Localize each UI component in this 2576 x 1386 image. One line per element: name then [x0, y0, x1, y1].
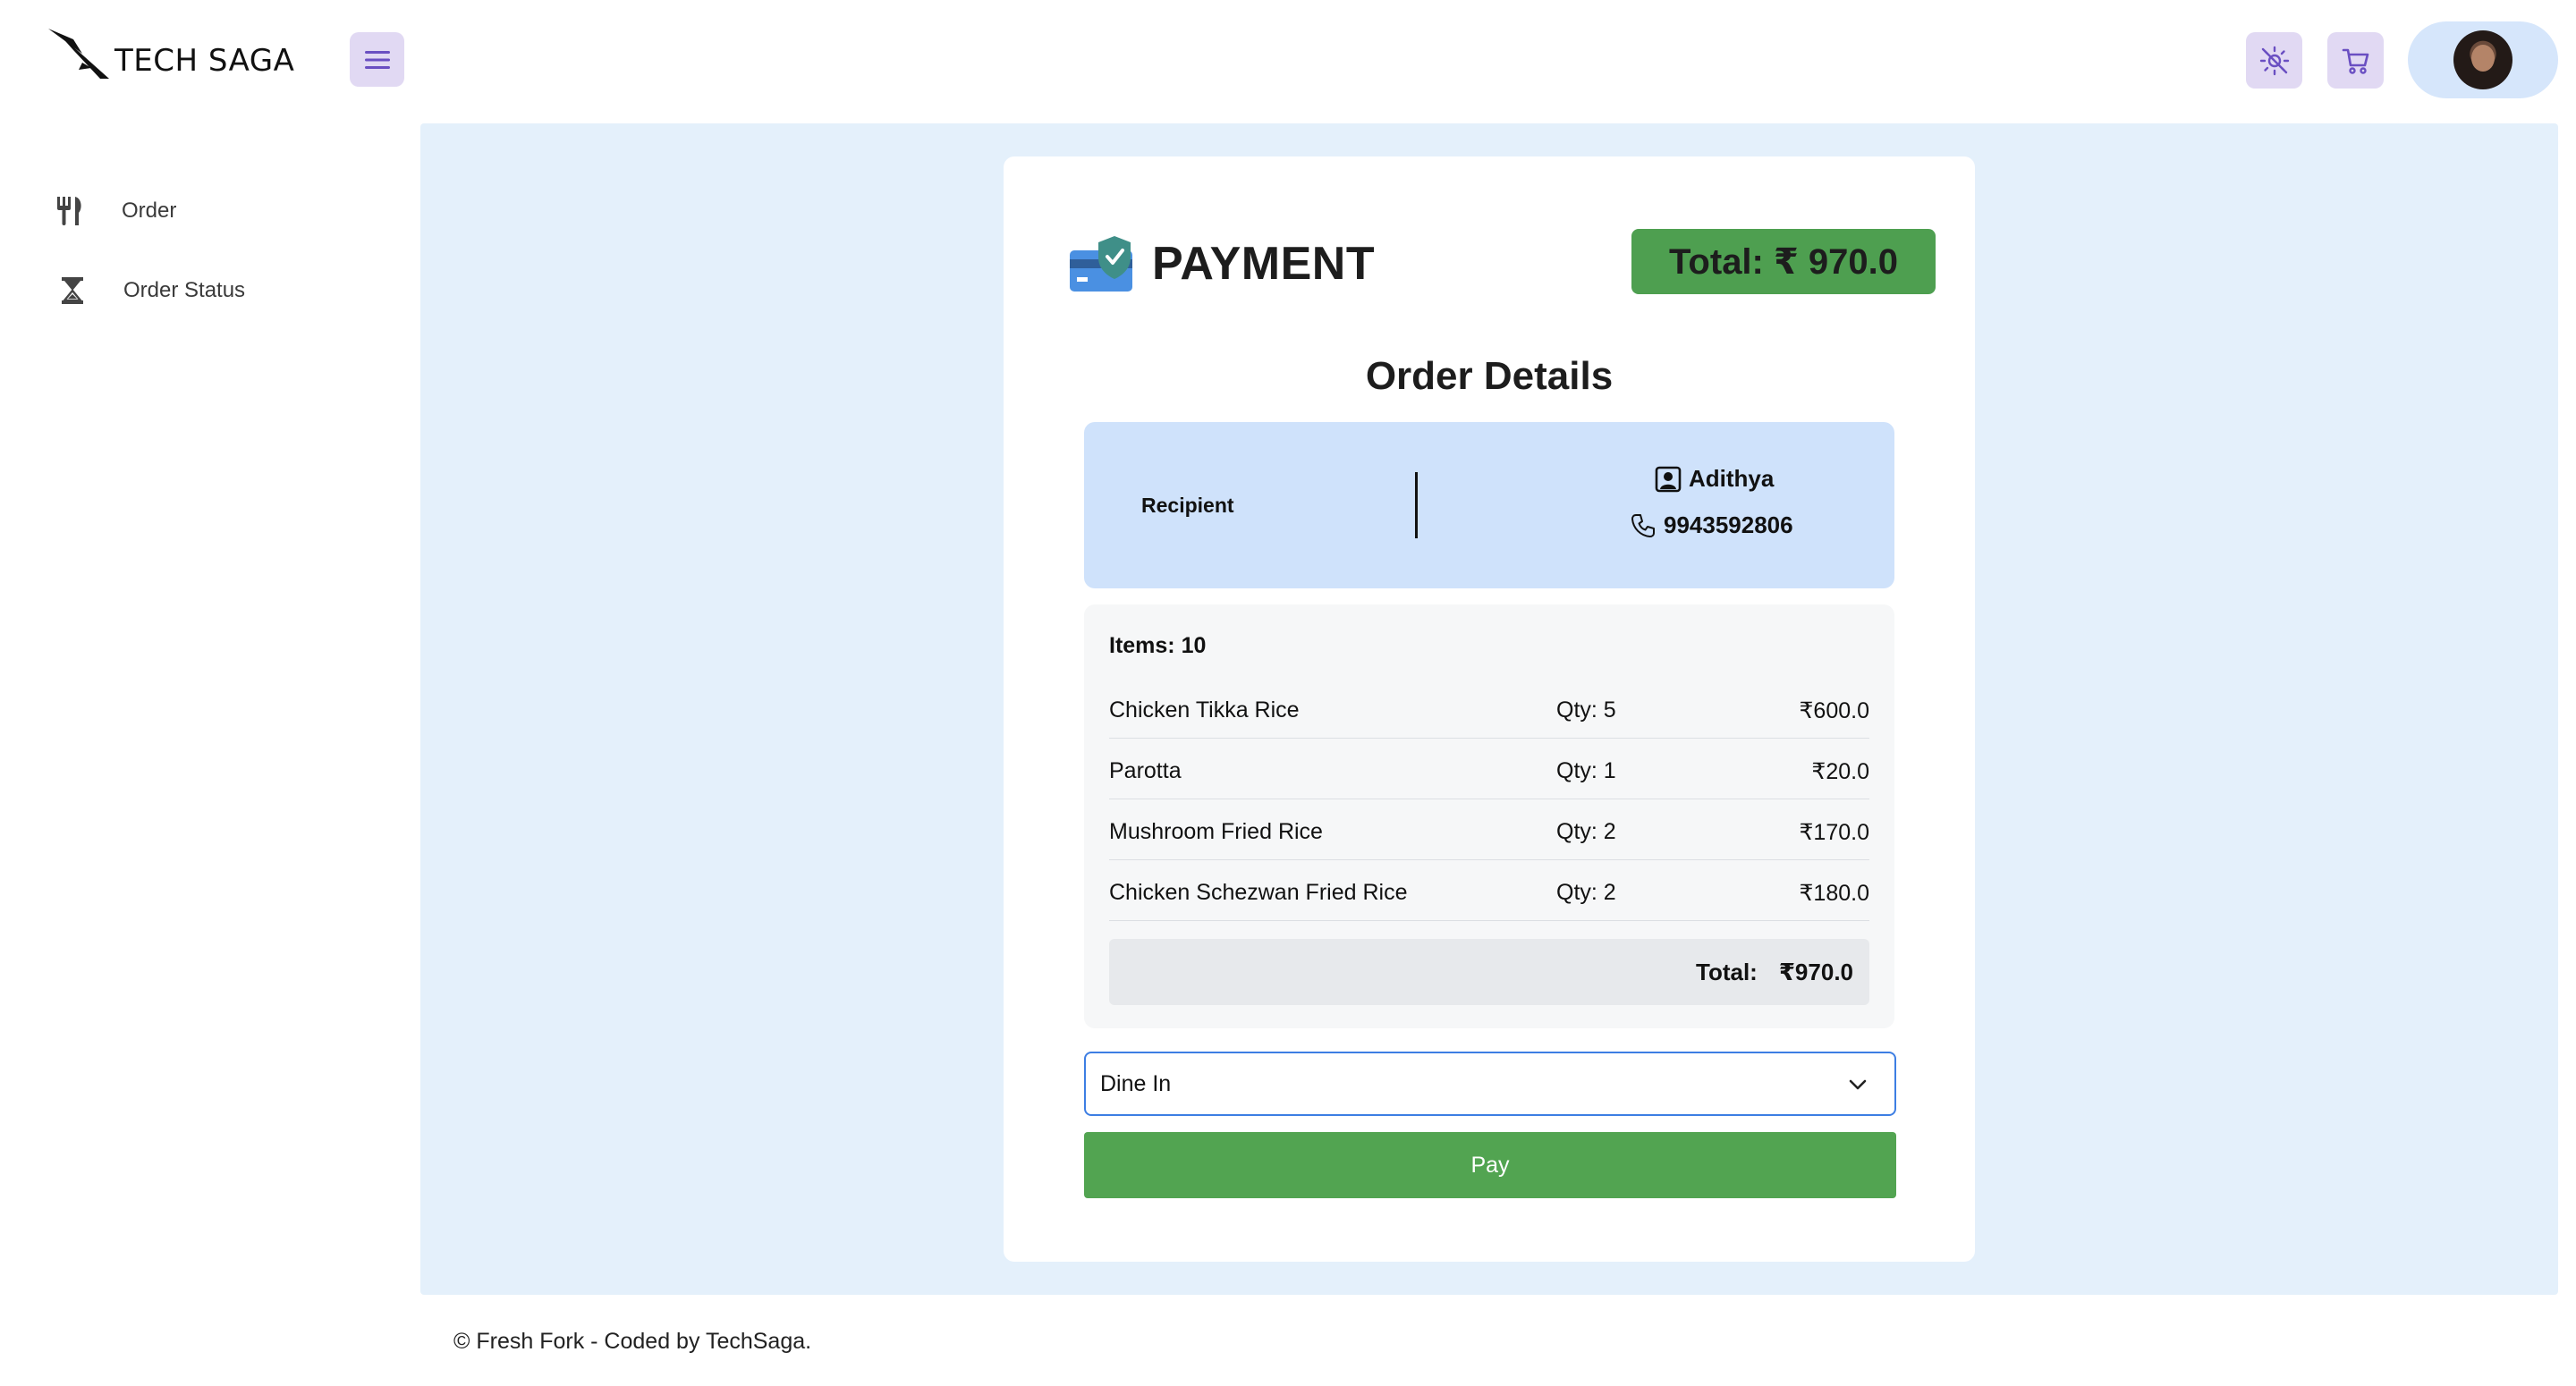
phone-icon [1631, 513, 1655, 537]
recipient-phone-row: 9943592806 [1630, 511, 1793, 539]
contact-icon [1655, 466, 1682, 492]
brand-name: TECH SAGA [114, 43, 295, 79]
divider [1415, 472, 1418, 538]
payment-header: PAYMENT [1068, 234, 1375, 293]
order-details-heading: Order Details [1365, 354, 1614, 398]
profile-button[interactable] [2408, 21, 2558, 98]
page-title: PAYMENT [1152, 238, 1376, 290]
item-price: ₹170.0 [1799, 820, 1869, 845]
item-qty: Qty: 2 [1556, 880, 1616, 905]
theme-toggle-button[interactable] [2246, 32, 2302, 89]
sidebar-item-label: Order Status [123, 278, 246, 302]
item-price: ₹180.0 [1799, 881, 1869, 906]
recipient-label: Recipient [1141, 494, 1234, 517]
item-price: ₹20.0 [1811, 759, 1869, 784]
secure-payment-icon [1070, 236, 1132, 292]
recipient-name: Adithya [1689, 465, 1775, 492]
brand-bird-icon [48, 29, 109, 79]
menu-toggle-button[interactable] [350, 32, 404, 87]
list-item: Chicken Schezwan Fried Rice Qty: 2 ₹180.… [1109, 860, 1869, 921]
recipient-phone: 9943592806 [1664, 511, 1793, 538]
sidebar-item-order-status[interactable]: Order Status [55, 275, 245, 306]
item-name: Parotta [1109, 758, 1182, 783]
avatar [2453, 30, 2512, 89]
list-item: Chicken Tikka Rice Qty: 5 ₹600.0 [1109, 678, 1869, 739]
list-item: Parotta Qty: 1 ₹20.0 [1109, 739, 1869, 799]
items-count: Items: 10 [1109, 633, 1207, 658]
order-items-list: Items: 10 Chicken Tikka Rice Qty: 5 ₹600… [1084, 604, 1894, 1028]
fork-knife-icon [57, 197, 81, 225]
pay-button[interactable]: Pay [1084, 1132, 1896, 1198]
total-value: ₹970.0 [1778, 958, 1853, 985]
footer-text: © Fresh Fork - Coded by TechSaga. [453, 1329, 812, 1354]
order-type-select[interactable]: Dine In [1084, 1052, 1896, 1116]
brand-logo[interactable]: TECH SAGA [47, 27, 294, 82]
cart-button[interactable] [2327, 32, 2384, 89]
total-label: Total: [1696, 958, 1758, 985]
item-name: Chicken Tikka Rice [1109, 697, 1300, 723]
item-price: ₹600.0 [1799, 698, 1869, 723]
item-name: Chicken Schezwan Fried Rice [1109, 880, 1408, 905]
chevron-down-icon [1849, 1079, 1867, 1090]
item-qty: Qty: 5 [1556, 697, 1616, 723]
brightness-icon [2259, 46, 2289, 75]
cart-icon [2342, 48, 2368, 74]
item-qty: Qty: 2 [1556, 819, 1616, 844]
list-item: Mushroom Fried Rice Qty: 2 ₹170.0 [1109, 799, 1869, 860]
recipient-card: Recipient Adithya 9943592806 [1084, 422, 1894, 588]
sidebar-item-label: Order [122, 199, 177, 223]
hourglass-icon [62, 277, 83, 304]
order-type-value: Dine In [1100, 1070, 1172, 1096]
sidebar-item-order[interactable]: Order [55, 195, 176, 227]
total-badge: Total: ₹ 970.0 [1631, 229, 1936, 294]
recipient-name-row: Adithya [1655, 465, 1774, 493]
hamburger-menu-icon [364, 50, 390, 69]
item-name: Mushroom Fried Rice [1109, 819, 1323, 844]
order-total-row: Total: ₹970.0 [1109, 939, 1869, 1005]
item-qty: Qty: 1 [1556, 758, 1616, 783]
